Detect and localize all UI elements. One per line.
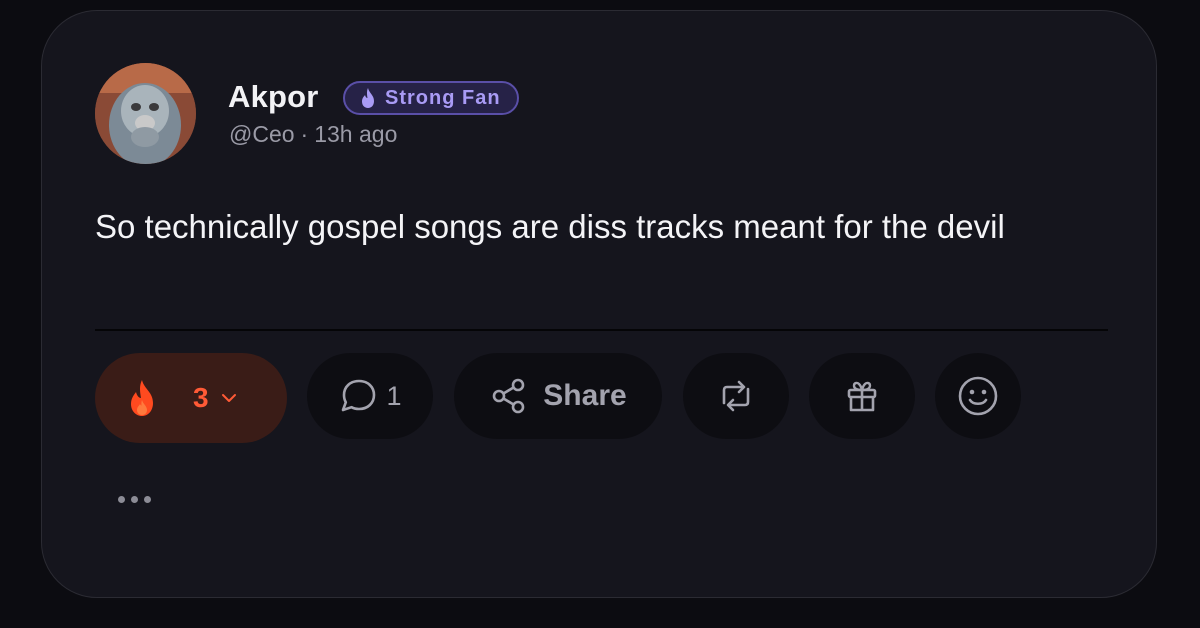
divider <box>95 329 1108 331</box>
more-dots-icon <box>131 496 138 503</box>
repost-button[interactable] <box>683 353 789 439</box>
share-button[interactable]: Share <box>454 353 662 439</box>
fan-badge[interactable]: Strong Fan <box>343 81 519 115</box>
emoji-button[interactable] <box>935 353 1021 439</box>
repost-icon <box>722 380 750 412</box>
share-label: Share <box>543 379 627 412</box>
more-options-button[interactable] <box>118 496 151 503</box>
author-name[interactable]: Akpor <box>228 79 319 115</box>
avatar-image <box>95 63 196 164</box>
gift-icon <box>847 381 877 412</box>
badge-label: Strong Fan <box>385 86 501 109</box>
chevron-down-icon[interactable] <box>219 391 239 405</box>
comment-count: 1 <box>386 380 402 411</box>
post-card: Akpor Strong Fan @Ceo · 13h ago So techn… <box>41 10 1157 598</box>
more-dots-icon <box>118 496 125 503</box>
meta-separator: · <box>300 121 309 147</box>
gift-button[interactable] <box>809 353 915 439</box>
reaction-count: 3 <box>193 382 209 413</box>
author-handle[interactable]: @Ceo <box>229 121 295 148</box>
comment-button[interactable]: 1 <box>307 353 433 439</box>
post-text: So technically gospel songs are diss tra… <box>95 208 1005 245</box>
avatar[interactable] <box>95 63 196 164</box>
comment-icon <box>342 379 376 412</box>
post-meta: @Ceo · 13h ago <box>229 121 397 148</box>
share-icon <box>492 378 525 414</box>
reaction-button[interactable]: 3 <box>95 353 287 443</box>
flame-icon <box>131 380 153 416</box>
post-time: 13h ago <box>314 121 398 147</box>
flame-icon <box>362 88 374 108</box>
more-dots-icon <box>144 496 151 503</box>
smiley-icon <box>958 376 998 416</box>
